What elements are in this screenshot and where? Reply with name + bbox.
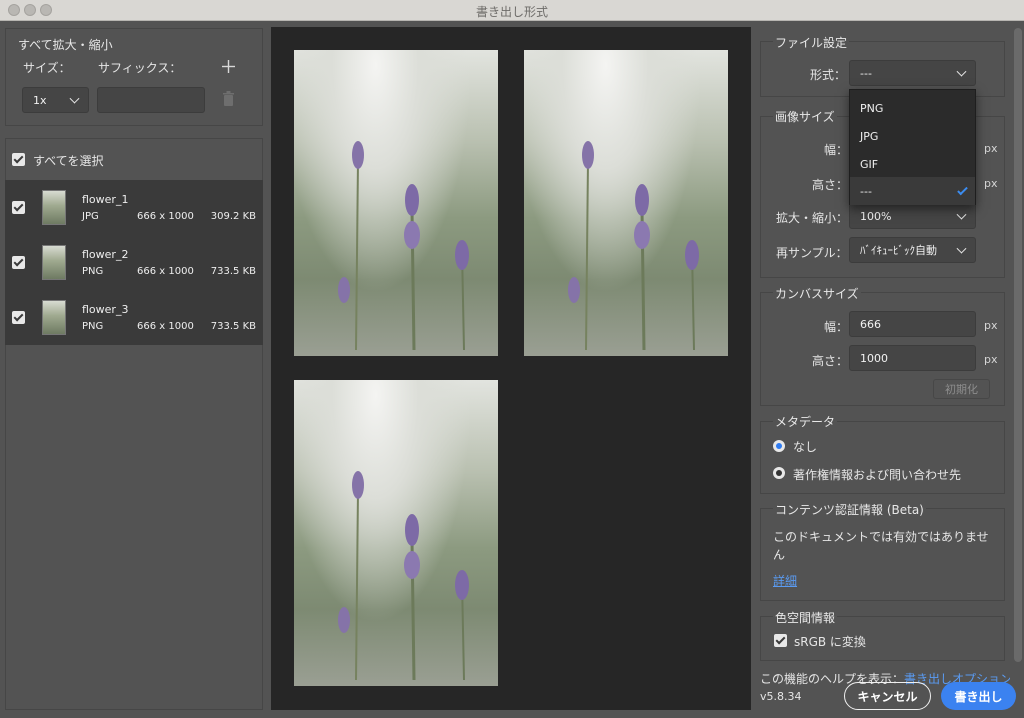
image-height-label: 高さ： [812, 178, 849, 192]
cancel-button[interactable]: キャンセル [844, 682, 931, 710]
chevron-down-icon [956, 209, 967, 220]
format-select-value: --- [860, 66, 872, 80]
image-height-unit: px [984, 177, 998, 190]
window-titlebar: 書き出し形式 [0, 0, 1024, 21]
details-link[interactable]: 詳細 [773, 572, 797, 589]
image-width-label: 幅： [824, 143, 849, 157]
export-button[interactable]: 書き出し [941, 682, 1016, 710]
image-width-unit: px [984, 142, 998, 155]
flower-illustration [338, 471, 469, 681]
add-scale-icon[interactable] [222, 60, 235, 73]
content-credentials-title: コンテンツ認証情報 (Beta) [773, 501, 926, 518]
format-option-none[interactable]: --- [850, 177, 975, 205]
format-option-gif[interactable]: GIF [850, 150, 975, 178]
file-type: JPG [82, 211, 99, 222]
chevron-down-icon [956, 243, 967, 254]
canvas-width-label: 幅： [824, 320, 849, 334]
file-type: PNG [82, 321, 104, 332]
format-dropdown-menu: PNG JPG GIF --- [849, 89, 976, 205]
metadata-none-radio[interactable] [773, 440, 785, 452]
canvas-height-label: 高さ： [812, 354, 849, 368]
scale-select-value: 1x [33, 93, 47, 107]
file-type: PNG [82, 266, 104, 277]
preview-image-flower-1[interactable] [294, 50, 498, 356]
scale-percent-value: 100% [860, 209, 892, 223]
preview-image-flower-3[interactable] [294, 380, 498, 686]
image-size-title: 画像サイズ [773, 108, 837, 125]
scale-select[interactable]: 1x [22, 87, 89, 113]
file-settings-title: ファイル設定 [773, 34, 850, 51]
canvas-height-unit: px [984, 353, 998, 366]
srgb-checkbox[interactable] [774, 634, 787, 647]
scale-all-panel: すべて拡大・縮小 サイズ： サフィックス： 1x [5, 28, 263, 126]
file-size: 733.5 KB [210, 321, 256, 332]
chevron-down-icon [69, 93, 80, 104]
suffix-input[interactable] [97, 87, 205, 113]
select-all-label: すべてを選択 [33, 154, 104, 168]
file-size: 309.2 KB [210, 211, 256, 222]
metadata-title: メタデータ [773, 413, 838, 430]
metadata-copyright-label: 著作権情報および問い合わせ先 [793, 468, 962, 482]
version-label: v5.8.34 [760, 690, 802, 703]
file-row-flower-2[interactable]: flower_2 PNG 666 x 1000 733.5 KB [5, 235, 263, 290]
file-thumbnail [42, 190, 66, 225]
file-checkbox[interactable] [12, 256, 25, 269]
content-credentials-message-2: ん [773, 548, 786, 562]
flower-illustration [568, 141, 699, 351]
preview-image-flower-2[interactable] [524, 50, 728, 356]
file-name: flower_2 [82, 248, 129, 261]
trash-icon[interactable] [222, 91, 235, 106]
select-all-checkbox[interactable] [12, 153, 25, 166]
file-dimensions: 666 x 1000 [137, 321, 194, 332]
file-dimensions: 666 x 1000 [137, 266, 194, 277]
metadata-panel [760, 421, 1005, 494]
reset-button[interactable]: 初期化 [933, 379, 990, 399]
size-label: サイズ： [23, 61, 71, 75]
resample-select[interactable]: ﾊﾞｲｷｭｰﾋﾞｯｸ自動 [849, 237, 976, 263]
file-name: flower_1 [82, 193, 129, 206]
file-row-flower-3[interactable]: flower_3 PNG 666 x 1000 733.5 KB [5, 290, 263, 345]
window-title: 書き出し形式 [475, 5, 548, 19]
content-credentials-message-1: このドキュメントでは有効ではありませ [773, 530, 989, 544]
preview-area [271, 27, 751, 710]
format-option-jpg[interactable]: JPG [850, 122, 975, 150]
canvas-width-input[interactable]: 666 [849, 311, 976, 337]
resample-value: ﾊﾞｲｷｭｰﾋﾞｯｸ自動 [860, 244, 937, 257]
file-checkbox[interactable] [12, 311, 25, 324]
canvas-height-input[interactable]: 1000 [849, 345, 976, 371]
srgb-label: sRGB に変換 [794, 635, 866, 649]
file-dimensions: 666 x 1000 [137, 211, 194, 222]
flower-illustration [338, 141, 469, 351]
file-name: flower_3 [82, 303, 129, 316]
scale-percent-select[interactable]: 100% [849, 203, 976, 229]
file-thumbnail [42, 245, 66, 280]
settings-scrollbar[interactable] [1014, 28, 1022, 662]
canvas-width-unit: px [984, 319, 998, 332]
file-thumbnail [42, 300, 66, 335]
resample-label: 再サンプル： [776, 246, 848, 260]
format-option-none-label: --- [860, 184, 872, 198]
format-select[interactable]: --- [849, 60, 976, 86]
file-row-flower-1[interactable]: flower_1 JPG 666 x 1000 309.2 KB [5, 180, 263, 235]
canvas-size-title: カンバスサイズ [773, 285, 861, 302]
metadata-none-label: なし [793, 440, 818, 454]
checkmark-icon [957, 184, 968, 196]
scale-all-title: すべて拡大・縮小 [18, 38, 113, 52]
format-option-png[interactable]: PNG [850, 94, 975, 122]
file-size: 733.5 KB [210, 266, 256, 277]
file-checkbox[interactable] [12, 201, 25, 214]
chevron-down-icon [956, 66, 967, 77]
suffix-label: サフィックス： [98, 61, 182, 75]
scale-label: 拡大・縮小： [776, 211, 849, 225]
format-label: 形式： [810, 68, 847, 82]
color-space-title: 色空間情報 [773, 609, 838, 626]
metadata-copyright-radio[interactable] [773, 467, 785, 479]
